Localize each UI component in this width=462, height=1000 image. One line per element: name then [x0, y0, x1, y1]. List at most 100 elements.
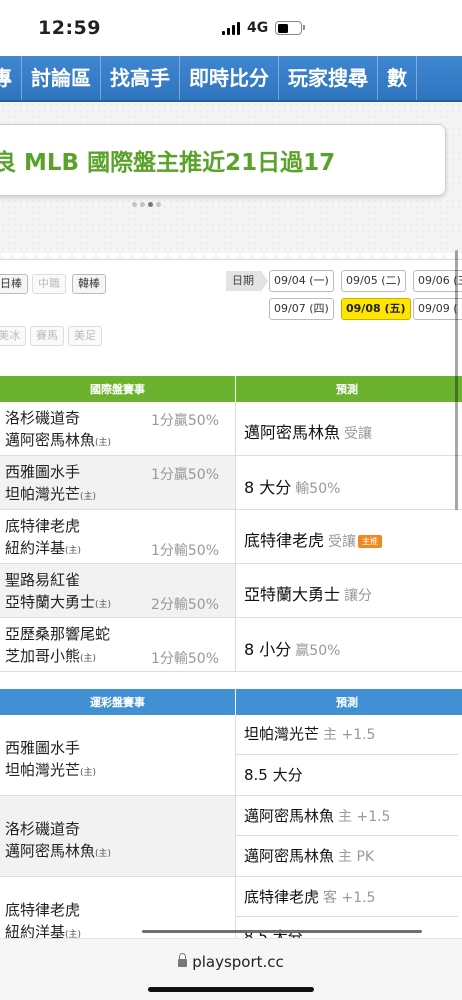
- intl-header-games: 國際盤賽事: [0, 376, 236, 402]
- intl-table: 國際盤賽事 預測 洛杉磯道奇 邁阿密馬林魚(主) 1分贏50% 邁阿密馬林魚 受讓…: [0, 376, 462, 672]
- nav-item-partial-right[interactable]: 數: [378, 56, 417, 100]
- banner-pager[interactable]: [132, 202, 161, 207]
- table-row[interactable]: 底特律老虎 紐約洋基(主) 1分輸50% 底特律老虎 受讓 主推: [0, 510, 462, 564]
- network-label: 4G: [247, 20, 269, 36]
- sport-chip-japan-baseball[interactable]: 日棒: [0, 274, 28, 294]
- top-nav: 專 討論區 找高手 即時比分 玩家搜尋 數: [0, 56, 462, 102]
- lottery-table: 運彩盤賽事 預測 西雅圖水手 坦帕灣光芒(主) 坦帕灣光芒主 +1.5 8.5 …: [0, 689, 462, 958]
- home-mark: (主): [95, 600, 112, 610]
- prediction-handicap: 主 +1.5: [338, 809, 391, 825]
- nav-item-find-experts[interactable]: 找高手: [101, 56, 180, 100]
- away-team[interactable]: 洛杉磯道奇: [5, 818, 80, 839]
- prediction-pick: 底特律老虎: [244, 531, 325, 550]
- home-team[interactable]: 邁阿密馬林魚(主): [5, 840, 111, 861]
- date-chip-0908[interactable]: 09/08 (五): [341, 298, 411, 320]
- url-text: playsport.cc: [192, 953, 284, 971]
- prediction-handicap: 客 +1.5: [323, 890, 376, 906]
- away-team[interactable]: 洛杉磯道奇: [5, 407, 80, 428]
- date-chip-0904[interactable]: 09/04 (一): [269, 270, 334, 292]
- home-team-name: 邁阿密馬林魚: [5, 431, 96, 449]
- away-team[interactable]: 西雅圖水手: [5, 737, 80, 758]
- vertical-scrollbar[interactable]: [455, 250, 458, 510]
- home-team-name: 坦帕灣光芒: [5, 761, 81, 779]
- lottery-header-prediction: 預測: [336, 696, 358, 709]
- table-row[interactable]: 聖路易紅雀 亞特蘭大勇士(主) 2分輸50% 亞特蘭大勇士 讓分: [0, 564, 462, 618]
- table-row[interactable]: 洛杉磯道奇 邁阿密馬林魚(主) 邁阿密馬林魚主 +1.5 邁阿密馬林魚主 PK: [0, 796, 462, 877]
- away-team[interactable]: 亞歷桑那響尾蛇: [5, 623, 110, 644]
- banner-card[interactable]: 良 MLB 國際盤主推近21日過17: [0, 124, 446, 196]
- sport-chip-horse-racing[interactable]: 賽馬: [30, 326, 64, 346]
- home-team-name: 亞特蘭大勇士: [5, 593, 96, 611]
- table-row[interactable]: 西雅圖水手 坦帕灣光芒(主) 1分贏50% 8 大分 輸50%: [0, 456, 462, 510]
- banner-area: 良 MLB 國際盤主推近21日過17: [0, 102, 462, 260]
- home-mark: (主): [95, 438, 112, 448]
- home-team[interactable]: 芝加哥小熊(主): [5, 645, 96, 666]
- home-indicator[interactable]: [148, 987, 314, 992]
- home-team[interactable]: 坦帕灣光芒(主): [5, 759, 96, 780]
- battery-icon: [275, 21, 306, 35]
- home-mark: (主): [95, 849, 112, 859]
- prediction-pick: 邁阿密馬林魚: [244, 847, 335, 865]
- table-row[interactable]: 亞歷桑那響尾蛇 芝加哥小熊(主) 1分輸50% 8 小分 贏50%: [0, 618, 462, 672]
- intl-table-header: 國際盤賽事 預測: [0, 376, 462, 402]
- lottery-table-header: 運彩盤賽事 預測: [0, 689, 462, 715]
- prediction-pick: 8 大分: [244, 478, 292, 497]
- intl-header-prediction: 預測: [336, 383, 358, 396]
- table-row[interactable]: 西雅圖水手 坦帕灣光芒(主) 坦帕灣光芒主 +1.5 8.5 大分: [0, 715, 462, 796]
- home-team[interactable]: 紐約洋基(主): [5, 537, 81, 558]
- prediction-pick: 8.5 大分: [244, 766, 303, 784]
- date-chip-0905[interactable]: 09/05 (二): [341, 270, 406, 292]
- prediction-handicap: 主 PK: [338, 849, 375, 865]
- prediction-type: 受讓: [328, 534, 357, 550]
- prediction-type: 讓分: [344, 588, 373, 604]
- home-mark: (主): [80, 492, 97, 502]
- lottery-header-games: 運彩盤賽事: [0, 689, 236, 715]
- date-label: 日期: [226, 271, 268, 291]
- horizontal-scroll-indicator[interactable]: [142, 930, 422, 933]
- prediction-result: 贏50%: [295, 643, 341, 659]
- status-right: 4G: [214, 20, 436, 36]
- away-team[interactable]: 西雅圖水手: [5, 461, 80, 482]
- home-team-name: 芝加哥小熊: [5, 647, 81, 665]
- nav-item-player-search[interactable]: 玩家搜尋: [279, 56, 378, 100]
- table-row[interactable]: 洛杉磯道奇 邁阿密馬林魚(主) 1分贏50% 邁阿密馬林魚 受讓: [0, 402, 462, 456]
- home-team-name: 紐約洋基: [5, 539, 66, 557]
- sport-chip-korea-baseball[interactable]: 韓棒: [72, 274, 106, 294]
- handicap-odds: 1分贏50%: [150, 413, 219, 429]
- away-team[interactable]: 底特律老虎: [5, 899, 80, 920]
- prediction-handicap: 主 +1.5: [323, 727, 376, 743]
- sport-chip-nfl[interactable]: 美足: [68, 326, 102, 346]
- prediction-type: 受讓: [344, 426, 373, 442]
- home-mark: (主): [80, 654, 97, 664]
- home-team-name: 坦帕灣光芒: [5, 485, 81, 503]
- prediction-pick: 邁阿密馬林魚: [244, 807, 335, 825]
- handicap-odds: 1分贏50%: [150, 467, 219, 483]
- prediction-line: 邁阿密馬林魚主 PK: [236, 836, 458, 876]
- handicap-odds: 2分輸50%: [150, 597, 219, 613]
- prediction-result: 輸50%: [295, 481, 341, 497]
- home-team[interactable]: 邁阿密馬林魚(主): [5, 429, 111, 450]
- prediction-pick: 8 小分: [244, 640, 292, 659]
- nav-item-forum[interactable]: 討論區: [22, 56, 101, 100]
- nav-item-live-scores[interactable]: 即時比分: [180, 56, 279, 100]
- away-team[interactable]: 聖路易紅雀: [5, 569, 80, 590]
- prediction-pick: 底特律老虎: [244, 888, 320, 906]
- prediction-line: 邁阿密馬林魚主 +1.5: [236, 796, 458, 836]
- home-mark: (主): [65, 546, 82, 556]
- lock-icon: [178, 953, 188, 967]
- prediction-line: 坦帕灣光芒主 +1.5: [236, 715, 458, 755]
- status-bar: 12:59 4G: [0, 0, 462, 56]
- home-team[interactable]: 亞特蘭大勇士(主): [5, 591, 111, 612]
- prediction-line: 底特律老虎客 +1.5: [236, 877, 458, 917]
- away-team[interactable]: 底特律老虎: [5, 515, 80, 536]
- sport-chip-cpbl[interactable]: 中職: [32, 274, 66, 294]
- browser-bottom-bar: playsport.cc: [0, 938, 462, 1000]
- nav-item-partial-left[interactable]: 專: [0, 56, 22, 100]
- date-chip-0907[interactable]: 09/07 (四): [269, 298, 334, 320]
- sport-chip-nhl[interactable]: 美冰: [0, 326, 26, 346]
- home-team[interactable]: 坦帕灣光芒(主): [5, 483, 96, 504]
- prediction-line: 8.5 大分: [236, 755, 458, 795]
- handicap-odds: 1分輸50%: [150, 543, 219, 559]
- featured-badge: 主推: [358, 535, 383, 548]
- address-bar[interactable]: playsport.cc: [0, 953, 462, 971]
